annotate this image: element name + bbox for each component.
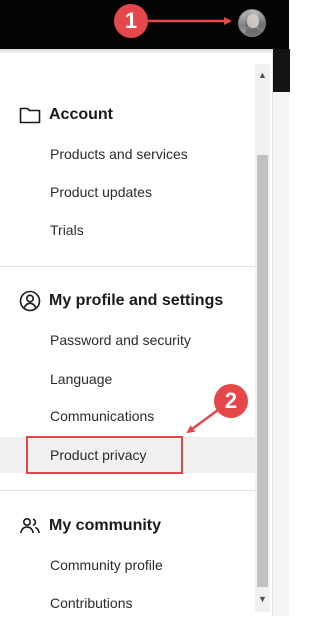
menu-item-products-and-services[interactable]: Products and services bbox=[0, 136, 255, 172]
menu-item-label: Community profile bbox=[50, 557, 163, 573]
menu-item-password-and-security[interactable]: Password and security bbox=[0, 322, 255, 358]
menu-item-community-profile[interactable]: Community profile bbox=[0, 547, 255, 583]
background-page-edge bbox=[272, 49, 290, 616]
section-divider bbox=[0, 490, 255, 491]
avatar-body bbox=[243, 28, 263, 36]
dropdown-top-shadow bbox=[0, 49, 272, 54]
dropdown-scrollbar[interactable]: ▲ ▼ bbox=[255, 64, 270, 612]
scroll-down-arrow-icon[interactable]: ▼ bbox=[255, 592, 270, 606]
folder-icon bbox=[19, 107, 41, 124]
menu-item-label: Password and security bbox=[50, 332, 191, 348]
section-divider bbox=[0, 266, 255, 267]
user-avatar-button[interactable] bbox=[238, 9, 266, 37]
callout-highlight-box bbox=[26, 436, 183, 474]
section-account-title: Account bbox=[49, 106, 113, 123]
step-badge-1: 1 bbox=[114, 4, 148, 38]
section-profile-header: My profile and settings bbox=[19, 289, 223, 313]
avatar-face bbox=[247, 14, 259, 28]
scroll-up-arrow-icon[interactable]: ▲ bbox=[255, 68, 270, 82]
menu-item-label: Communications bbox=[50, 408, 155, 424]
background-page-header bbox=[273, 49, 290, 92]
menu-item-trials[interactable]: Trials bbox=[0, 212, 255, 248]
menu-item-label: Language bbox=[50, 371, 113, 387]
section-community-header: My community bbox=[19, 514, 161, 538]
menu-item-label: Products and services bbox=[50, 146, 188, 162]
user-circle-icon bbox=[19, 290, 41, 312]
menu-item-label: Contributions bbox=[50, 595, 133, 611]
section-community-title: My community bbox=[49, 517, 162, 534]
section-account-header: Account bbox=[19, 103, 113, 127]
people-icon bbox=[20, 517, 40, 534]
menu-item-product-updates[interactable]: Product updates bbox=[0, 174, 255, 210]
menu-item-label: Trials bbox=[50, 222, 84, 238]
scroll-thumb[interactable] bbox=[257, 155, 268, 587]
menu-item-label: Product updates bbox=[50, 184, 152, 200]
step-badge-2: 2 bbox=[214, 384, 248, 418]
section-profile-title: My profile and settings bbox=[49, 292, 224, 309]
